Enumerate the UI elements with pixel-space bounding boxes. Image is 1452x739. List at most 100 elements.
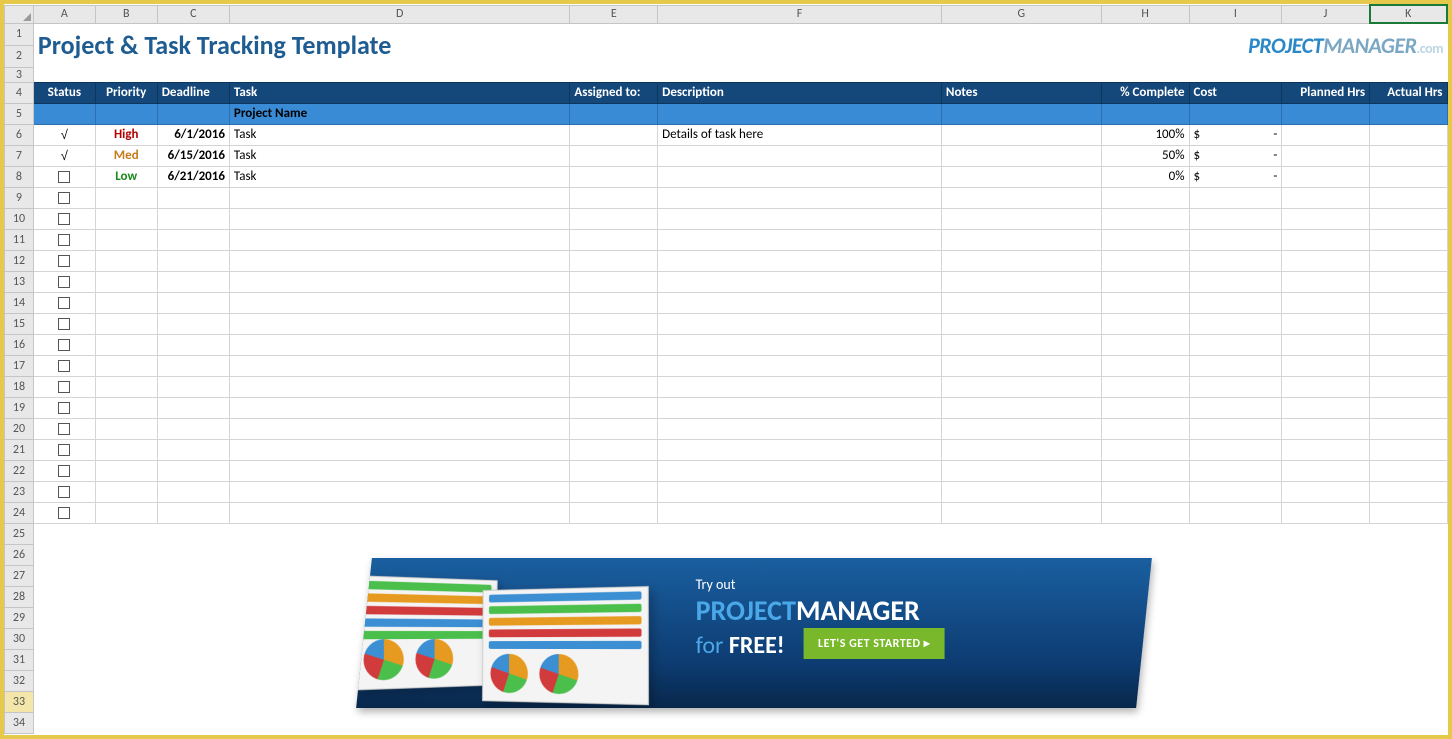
- header-F[interactable]: Description: [658, 82, 942, 103]
- empty-cell[interactable]: [157, 334, 229, 355]
- status-cell[interactable]: [33, 334, 95, 355]
- empty-cell[interactable]: [1370, 502, 1447, 523]
- blank-cell[interactable]: [33, 712, 1447, 733]
- empty-cell[interactable]: [1282, 481, 1370, 502]
- description-cell[interactable]: [658, 145, 942, 166]
- header-A[interactable]: Status: [33, 82, 95, 103]
- empty-cell[interactable]: [1189, 250, 1282, 271]
- subheader-B[interactable]: [95, 103, 157, 124]
- empty-cell[interactable]: [1370, 334, 1447, 355]
- notes-cell[interactable]: [941, 124, 1101, 145]
- empty-cell[interactable]: [941, 187, 1101, 208]
- empty-cell[interactable]: [229, 502, 570, 523]
- row-header-33[interactable]: 33: [5, 691, 34, 712]
- empty-cell[interactable]: [1189, 481, 1282, 502]
- status-cell[interactable]: [33, 439, 95, 460]
- cta-button[interactable]: LET'S GET STARTED: [804, 628, 944, 659]
- empty-cell[interactable]: [95, 481, 157, 502]
- header-B[interactable]: Priority: [95, 82, 157, 103]
- empty-cell[interactable]: [229, 229, 570, 250]
- empty-cell[interactable]: [157, 229, 229, 250]
- empty-cell[interactable]: [1189, 313, 1282, 334]
- status-cell[interactable]: [33, 292, 95, 313]
- empty-cell[interactable]: [941, 334, 1101, 355]
- cost-cell[interactable]: $-: [1189, 124, 1282, 145]
- subheader-F[interactable]: [658, 103, 942, 124]
- row-header-13[interactable]: 13: [5, 271, 34, 292]
- empty-cell[interactable]: [1189, 187, 1282, 208]
- status-cell[interactable]: [33, 187, 95, 208]
- empty-cell[interactable]: [1189, 229, 1282, 250]
- empty-cell[interactable]: [1370, 292, 1447, 313]
- empty-cell[interactable]: [658, 334, 942, 355]
- row-header-32[interactable]: 32: [5, 670, 34, 691]
- empty-cell[interactable]: [570, 292, 658, 313]
- empty-cell[interactable]: [95, 376, 157, 397]
- row-header-24[interactable]: 24: [5, 502, 34, 523]
- row-header-25[interactable]: 25: [5, 523, 34, 544]
- assigned-cell[interactable]: [570, 145, 658, 166]
- empty-cell[interactable]: [157, 376, 229, 397]
- status-cell[interactable]: √: [33, 124, 95, 145]
- empty-cell[interactable]: [941, 502, 1101, 523]
- empty-cell[interactable]: [95, 418, 157, 439]
- task-cell[interactable]: Task: [229, 145, 570, 166]
- empty-cell[interactable]: [570, 271, 658, 292]
- row-header-1[interactable]: 1: [5, 23, 34, 45]
- empty-cell[interactable]: [95, 187, 157, 208]
- assigned-cell[interactable]: [570, 166, 658, 187]
- row-header-10[interactable]: 10: [5, 208, 34, 229]
- empty-cell[interactable]: [941, 355, 1101, 376]
- row-header-34[interactable]: 34: [5, 712, 34, 733]
- empty-cell[interactable]: [1101, 229, 1189, 250]
- status-cell[interactable]: √: [33, 145, 95, 166]
- empty-cell[interactable]: [157, 439, 229, 460]
- header-C[interactable]: Deadline: [157, 82, 229, 103]
- planned-cell[interactable]: [1282, 124, 1370, 145]
- empty-cell[interactable]: [95, 292, 157, 313]
- empty-cell[interactable]: [229, 208, 570, 229]
- col-header-I[interactable]: I: [1189, 5, 1282, 23]
- empty-cell[interactable]: [95, 334, 157, 355]
- empty-cell[interactable]: [157, 250, 229, 271]
- empty-cell[interactable]: [1370, 187, 1447, 208]
- status-cell[interactable]: [33, 355, 95, 376]
- row-header-28[interactable]: 28: [5, 586, 34, 607]
- empty-cell[interactable]: [157, 355, 229, 376]
- empty-cell[interactable]: [157, 313, 229, 334]
- row-header-21[interactable]: 21: [5, 439, 34, 460]
- header-K[interactable]: Actual Hrs: [1370, 82, 1447, 103]
- empty-cell[interactable]: [1101, 460, 1189, 481]
- promo-banner[interactable]: Try out PROJECTMANAGER for FREE! LET'S G…: [356, 558, 1152, 708]
- row-header-8[interactable]: 8: [5, 166, 34, 187]
- empty-cell[interactable]: [1282, 334, 1370, 355]
- empty-cell[interactable]: [1189, 502, 1282, 523]
- deadline-cell[interactable]: 6/1/2016: [157, 124, 229, 145]
- empty-cell[interactable]: [1370, 460, 1447, 481]
- empty-cell[interactable]: [570, 439, 658, 460]
- empty-cell[interactable]: [1189, 292, 1282, 313]
- col-header-A[interactable]: A: [33, 5, 95, 23]
- status-cell[interactable]: [33, 481, 95, 502]
- empty-cell[interactable]: [1282, 355, 1370, 376]
- empty-cell[interactable]: [1101, 397, 1189, 418]
- empty-cell[interactable]: [1282, 313, 1370, 334]
- row-header-5[interactable]: 5: [5, 103, 34, 124]
- empty-cell[interactable]: [570, 229, 658, 250]
- empty-cell[interactable]: [941, 208, 1101, 229]
- col-header-J[interactable]: J: [1282, 5, 1370, 23]
- empty-cell[interactable]: [658, 250, 942, 271]
- empty-cell[interactable]: [570, 250, 658, 271]
- empty-cell[interactable]: [570, 460, 658, 481]
- header-E[interactable]: Assigned to:: [570, 82, 658, 103]
- empty-cell[interactable]: [1282, 271, 1370, 292]
- empty-cell[interactable]: [157, 460, 229, 481]
- empty-cell[interactable]: [658, 292, 942, 313]
- notes-cell[interactable]: [941, 166, 1101, 187]
- empty-cell[interactable]: [658, 208, 942, 229]
- empty-cell[interactable]: [1101, 313, 1189, 334]
- pct-cell[interactable]: 50%: [1101, 145, 1189, 166]
- empty-cell[interactable]: [1189, 376, 1282, 397]
- row-header-29[interactable]: 29: [5, 607, 34, 628]
- actual-cell[interactable]: [1370, 124, 1447, 145]
